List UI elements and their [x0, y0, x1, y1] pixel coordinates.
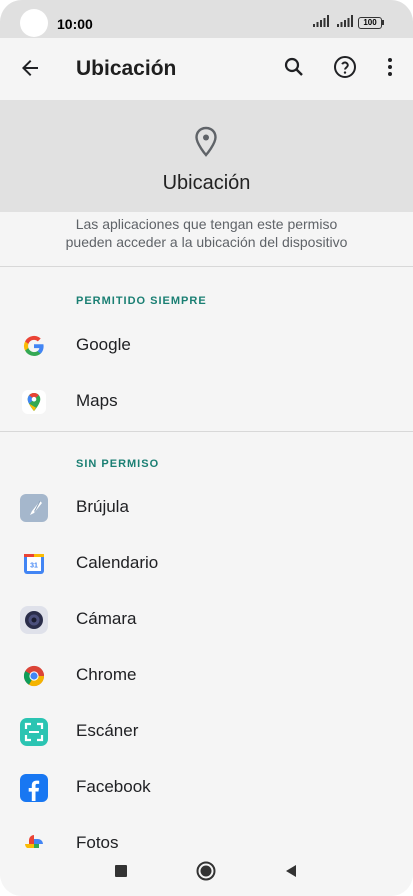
location-pin-icon — [195, 126, 217, 157]
signal-icon — [313, 15, 329, 27]
app-bar: Ubicación — [0, 38, 413, 100]
app-name: Google — [76, 335, 131, 354]
page-title: Ubicación — [76, 57, 177, 80]
compass-icon — [20, 494, 48, 522]
app-row-scanner[interactable]: Escáner — [0, 704, 413, 760]
google-icon — [20, 332, 48, 360]
battery-tip — [382, 20, 384, 25]
status-time: 10:00 — [57, 16, 93, 32]
navigation-bar — [0, 848, 413, 896]
help-circle-icon[interactable] — [333, 55, 357, 79]
header-title: Ubicación — [162, 172, 251, 194]
more-vert-icon[interactable] — [378, 55, 402, 79]
svg-text:31: 31 — [30, 563, 38, 570]
app-row-maps[interactable]: Maps — [0, 374, 413, 430]
facebook-icon — [20, 774, 48, 802]
calendar-icon: 31 — [20, 550, 48, 578]
divider — [0, 266, 413, 267]
chrome-icon — [20, 662, 48, 690]
arrow-left-icon[interactable] — [18, 56, 42, 80]
section-label-allowed: PERMITIDO SIEMPRE — [76, 295, 207, 307]
camera-cutout — [20, 9, 48, 37]
app-row-google[interactable]: Google — [0, 318, 413, 374]
permission-description: Las aplicaciones que tengan este permiso… — [20, 215, 393, 251]
screen: 10:00 100 Ubicación Ubicación Las aplica… — [0, 0, 413, 896]
maps-icon — [20, 388, 48, 416]
description-line: pueden acceder a la ubicación del dispos… — [65, 234, 348, 250]
signal-icon — [337, 15, 353, 27]
battery-icon: 100 — [358, 17, 382, 29]
recent-apps-icon[interactable] — [115, 865, 127, 877]
app-row-compass[interactable]: Brújula — [0, 480, 413, 536]
app-name: Brújula — [76, 497, 129, 516]
section-label-denied: SIN PERMISO — [76, 458, 160, 470]
app-name: Maps — [76, 391, 118, 410]
app-row-calendar[interactable]: 31 Calendario — [0, 536, 413, 592]
permission-header: Ubicación — [0, 100, 413, 212]
search-icon[interactable] — [282, 55, 306, 79]
app-name: Escáner — [76, 721, 139, 740]
app-name: Cámara — [76, 609, 137, 628]
app-name: Chrome — [76, 665, 137, 684]
home-icon[interactable] — [196, 861, 216, 881]
scanner-icon — [20, 718, 48, 746]
app-name: Facebook — [76, 777, 151, 796]
app-row-chrome[interactable]: Chrome — [0, 648, 413, 704]
status-bar: 10:00 100 — [0, 0, 413, 38]
back-icon[interactable] — [284, 864, 298, 878]
app-row-camera[interactable]: Cámara — [0, 592, 413, 648]
divider — [0, 431, 413, 432]
camera-icon — [20, 606, 48, 634]
app-row-facebook[interactable]: Facebook — [0, 760, 413, 816]
description-line: Las aplicaciones que tengan este permiso — [75, 216, 338, 232]
app-name: Calendario — [76, 553, 159, 572]
